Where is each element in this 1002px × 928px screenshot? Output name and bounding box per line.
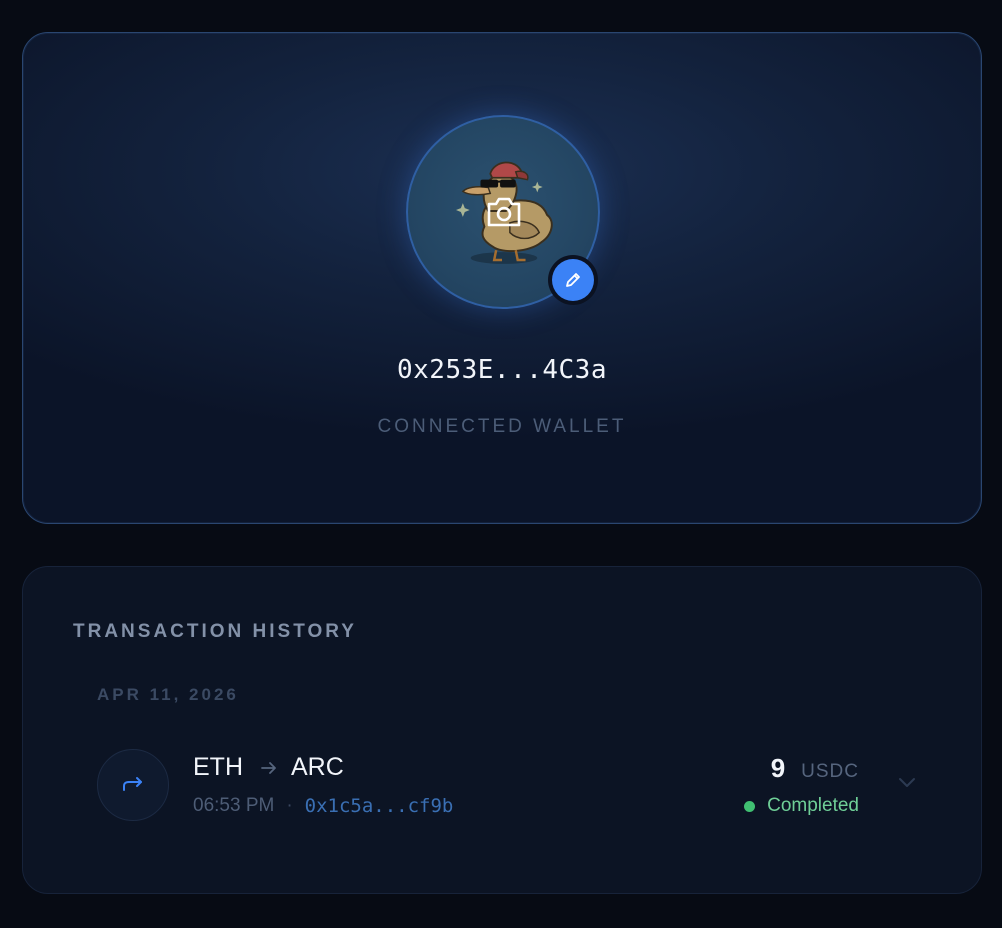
status-dot (744, 800, 756, 812)
meta-separator: · (286, 795, 293, 816)
transaction-route: ETH ARC (193, 753, 344, 782)
route-arrow-icon (261, 761, 277, 775)
date-group-label: APR 11, 2026 (97, 685, 239, 704)
amount-value: 9 (770, 753, 786, 783)
transaction-amount: 9 USDC (771, 753, 859, 784)
destination-chain: ARC (291, 753, 344, 781)
transaction-row[interactable]: ETH ARC 06:53 PM · 0x1c5a...cf9b 9 USDC … (97, 745, 917, 825)
forward-arrow-icon (123, 777, 142, 791)
profile-card: 0x253E...4C3a CONNECTED WALLET (22, 32, 982, 524)
transaction-time: 06:53 PM (193, 795, 275, 816)
edit-avatar-button[interactable] (548, 255, 598, 305)
wallet-label: CONNECTED WALLET (377, 416, 627, 437)
transaction-hash-link[interactable]: 0x1c5a...cf9b (305, 795, 454, 817)
avatar-container (406, 115, 600, 309)
transaction-meta: 06:53 PM · 0x1c5a...cf9b (193, 795, 453, 817)
transaction-history-card: TRANSACTION HISTORY APR 11, 2026 ETH ARC… (22, 566, 982, 894)
camera-icon (487, 197, 521, 227)
section-title: TRANSACTION HISTORY (73, 621, 357, 642)
amount-unit: USDC (801, 761, 859, 782)
status-badge: Completed (744, 795, 859, 817)
status-text: Completed (767, 795, 859, 816)
chevron-down-icon[interactable] (897, 775, 917, 789)
source-chain: ETH (193, 753, 243, 781)
wallet-address[interactable]: 0x253E...4C3a (23, 355, 981, 385)
transaction-icon (97, 749, 169, 821)
pencil-icon (566, 273, 580, 287)
